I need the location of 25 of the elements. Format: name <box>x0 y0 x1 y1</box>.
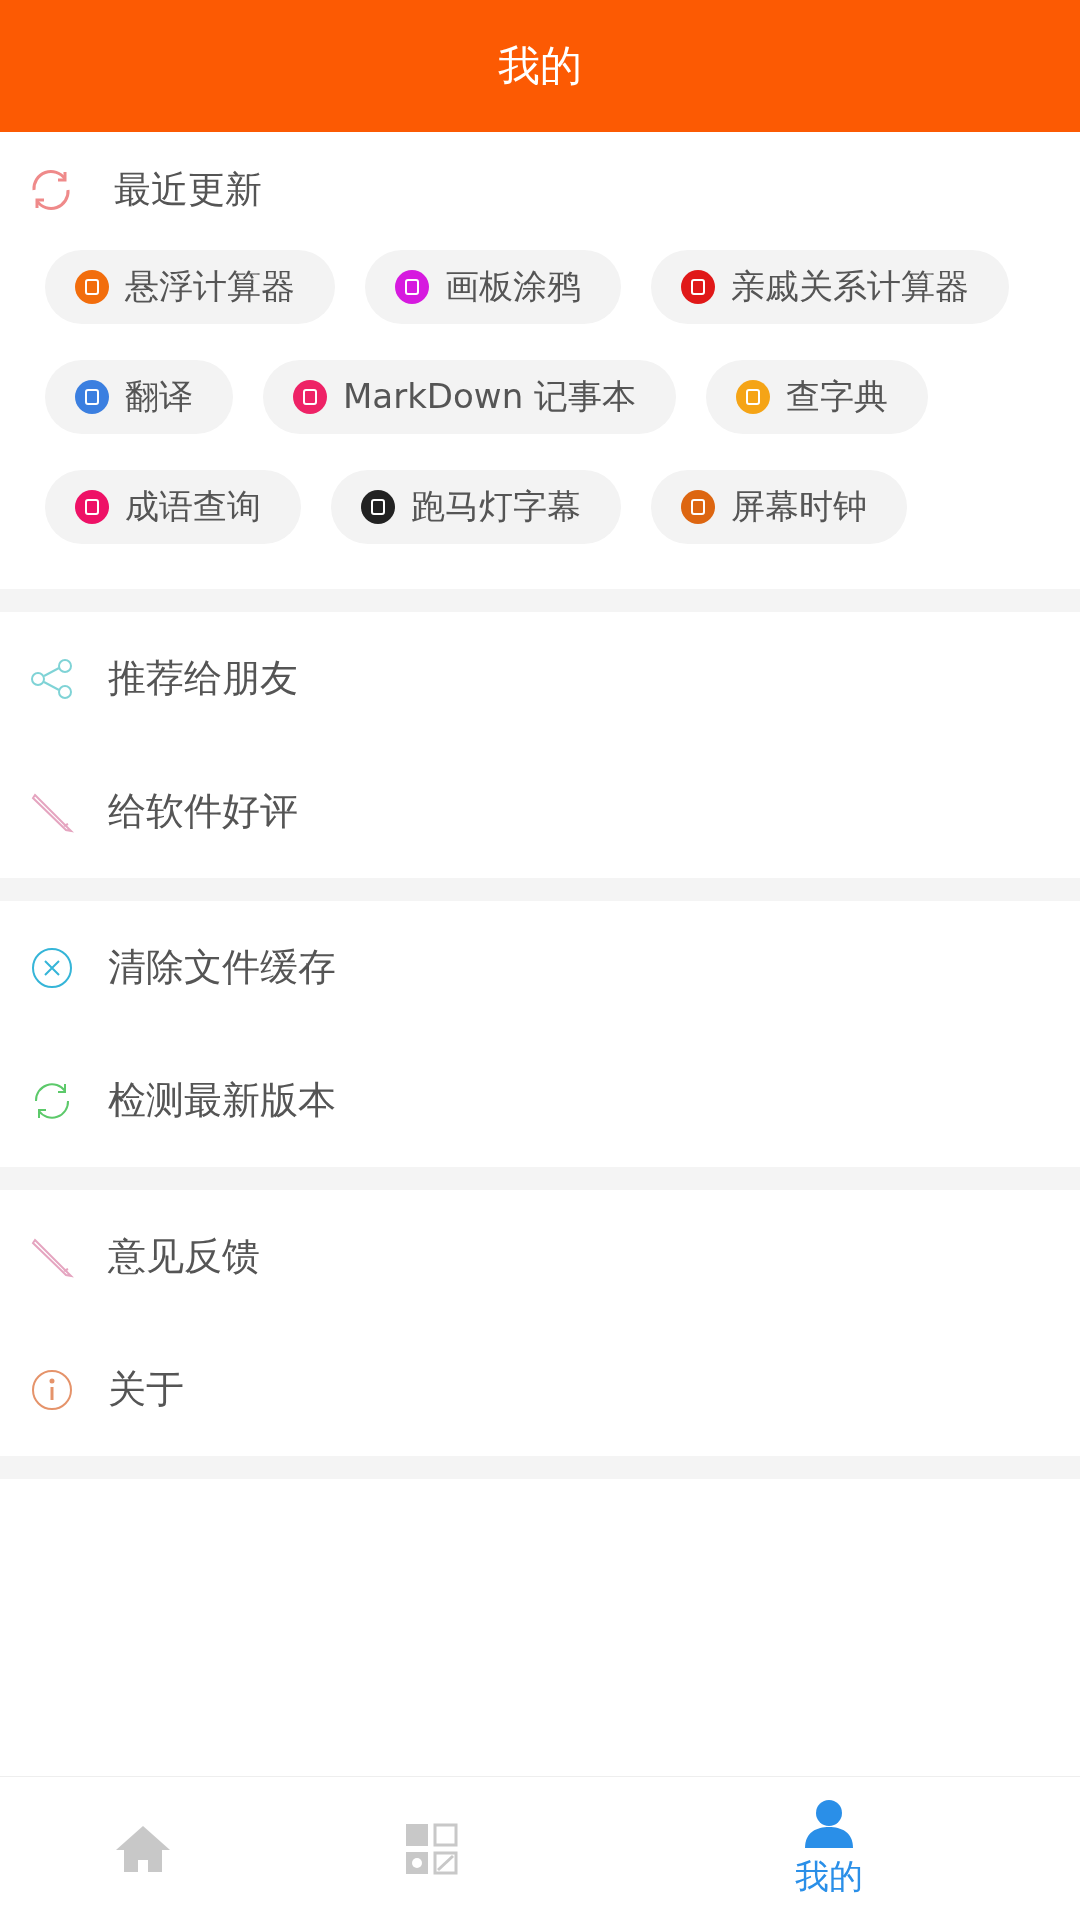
menu-item[interactable]: 清除文件缓存 <box>0 901 1080 1034</box>
home-icon <box>114 1823 172 1874</box>
menu-item[interactable]: 关于 <box>0 1323 1080 1456</box>
app-chip[interactable]: 悬浮计算器 <box>45 250 335 324</box>
app-chip[interactable]: 跑马灯字幕 <box>331 470 621 544</box>
app-chip[interactable]: 查字典 <box>706 360 928 434</box>
app-chip[interactable]: 画板涂鸦 <box>365 250 621 324</box>
menu-item[interactable]: 推荐给朋友 <box>0 612 1080 745</box>
app-chip[interactable]: MarkDown 记事本 <box>263 360 676 434</box>
info-icon <box>30 1367 74 1412</box>
menu-item[interactable]: 检测最新版本 <box>0 1034 1080 1167</box>
grid-icon <box>405 1822 459 1875</box>
tab[interactable]: 我的 <box>578 1777 1080 1920</box>
menu-item[interactable]: 给软件好评 <box>0 745 1080 878</box>
app-chip[interactable]: 成语查询 <box>45 470 301 544</box>
app-chip[interactable]: 亲戚关系计算器 <box>651 250 1009 324</box>
tab-label: 我的 <box>795 1854 863 1898</box>
app-chip[interactable]: 屏幕时钟 <box>651 470 907 544</box>
section-title: 最近更新 <box>114 167 262 213</box>
person-icon <box>803 1797 855 1850</box>
menu-item[interactable]: 意见反馈 <box>0 1190 1080 1323</box>
share-icon <box>30 656 74 701</box>
app-chip[interactable]: 翻译 <box>45 360 233 434</box>
close-circle-icon <box>30 945 74 990</box>
page-title: 我的 <box>498 40 582 92</box>
